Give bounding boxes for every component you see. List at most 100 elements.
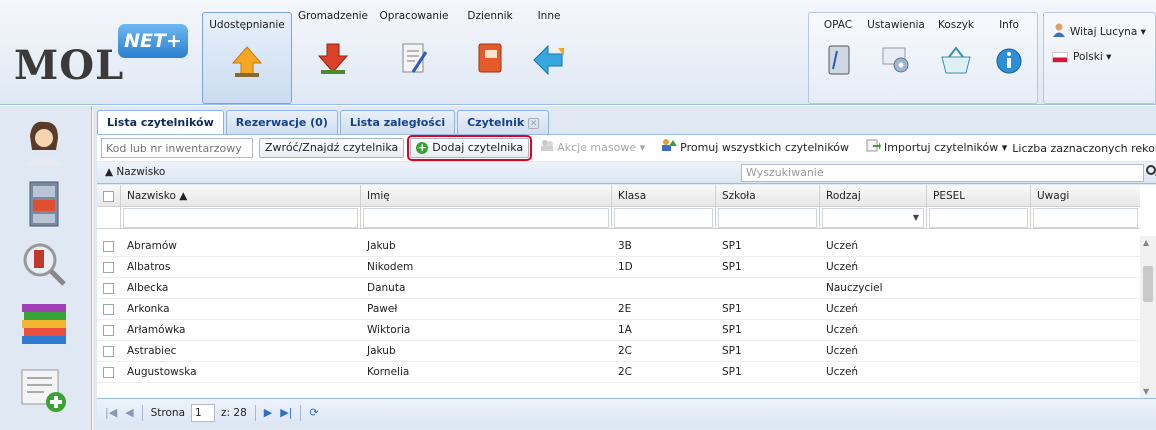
row-checkbox[interactable] <box>103 324 114 336</box>
opac-button[interactable]: OPAC <box>813 13 863 75</box>
language-menu[interactable]: Polski ▾ <box>1052 51 1111 63</box>
filter-rodzaj-select[interactable]: ▼ <box>822 208 924 228</box>
cell-rodzaj: Uczeń <box>826 240 859 252</box>
tab-rezerwacje[interactable]: Rezerwacje (0) <box>225 110 338 134</box>
cell-rodzaj: Uczeń <box>826 303 859 315</box>
next-page-icon[interactable]: ▶ <box>264 406 272 419</box>
cell-imie: Jakub <box>367 345 396 357</box>
filter-uwagi-input[interactable] <box>1033 208 1138 228</box>
cell-nazwisko: Albatros <box>127 261 171 273</box>
pagination-bar: |◀ ◀ Strona 1 z: 28 ▶ ▶| ⟳ <box>97 398 1156 426</box>
filter-nazwisko <box>121 207 361 228</box>
left-sidebar <box>0 106 92 430</box>
scroll-thumb[interactable] <box>1143 266 1153 302</box>
prev-page-icon[interactable]: ◀ <box>125 406 133 419</box>
settings-button[interactable]: Ustawienia <box>865 13 927 73</box>
nav-dziennik[interactable]: Dziennik <box>460 0 520 100</box>
group-by-label[interactable]: ▲ Nazwisko <box>105 166 165 178</box>
grid-toolbar: Zwróć/Znajdź czytelnika + Dodaj czytelni… <box>97 134 1156 161</box>
col-header-rodzaj[interactable]: Rodzaj <box>820 185 927 206</box>
cell-uwagi <box>1031 362 1140 382</box>
search-icon[interactable] <box>1146 165 1156 175</box>
page-number-input[interactable]: 1 <box>191 403 216 422</box>
filter-pesel <box>927 207 1031 228</box>
cell-klasa: 1D <box>618 261 633 273</box>
table-row[interactable]: Abramów Jakub 3B SP1 Uczeń <box>97 236 1140 257</box>
table-row[interactable]: Albatros Nikodem 1D SP1 Uczeń <box>97 257 1140 278</box>
filter-szkola-input[interactable] <box>718 208 817 228</box>
select-all-cell <box>97 185 121 206</box>
bulk-actions-button[interactable]: Akcje masowe ▾ <box>535 138 650 158</box>
books-stack-icon[interactable] <box>18 300 70 352</box>
row-select-cell <box>97 341 121 361</box>
cell-szkola: SP1 <box>722 303 742 315</box>
arrow-down-icon <box>315 42 351 79</box>
table-row[interactable]: Astrabiec Jakub 2C SP1 Uczeń <box>97 341 1140 362</box>
add-record-icon[interactable] <box>18 364 70 416</box>
grid-header: Nazwisko ▲ Imię Klasa Szkoła Rodzaj PESE… <box>97 185 1140 207</box>
info-button[interactable]: Info <box>985 13 1033 74</box>
opac-label: OPAC <box>823 19 853 31</box>
col-header-imie[interactable]: Imię <box>361 185 612 206</box>
journal-icon <box>475 42 505 79</box>
row-checkbox[interactable] <box>103 366 114 378</box>
nav-udostepnianie[interactable]: Udostępnianie <box>202 12 292 104</box>
pager-separator <box>300 404 302 421</box>
settings-icon <box>881 45 911 78</box>
row-checkbox[interactable] <box>103 303 114 315</box>
cell-szkola: SP1 <box>722 261 742 273</box>
add-reader-button[interactable]: + Dodaj czytelnika <box>407 135 533 161</box>
promote-icon <box>661 138 678 158</box>
table-row[interactable]: Arkonka Paweł 2E SP1 Uczeń <box>97 299 1140 320</box>
col-header-uwagi[interactable]: Uwagi <box>1031 185 1140 206</box>
row-checkbox[interactable] <box>103 345 114 357</box>
nav-opracowanie[interactable]: Opracowanie <box>374 0 454 100</box>
filter-pesel-input[interactable] <box>929 208 1028 228</box>
search-book-icon[interactable] <box>18 238 70 290</box>
vertical-scrollbar[interactable]: ▲ ▼ <box>1140 236 1156 398</box>
code-input[interactable] <box>101 138 253 158</box>
filter-rodzaj: ▼ <box>820 207 927 228</box>
filter-imie-input[interactable] <box>363 208 609 228</box>
user-menu[interactable]: Witaj Lucyna ▾ <box>1052 23 1146 40</box>
basket-button[interactable]: Koszyk <box>931 13 981 74</box>
select-all-checkbox[interactable] <box>103 190 114 202</box>
cell-szkola: SP1 <box>722 366 742 378</box>
table-row[interactable]: Arłamówka Wiktoria 1A SP1 Uczeń <box>97 320 1140 341</box>
first-page-icon[interactable]: |◀ <box>105 406 117 419</box>
chevron-down-icon[interactable]: ▼ <box>909 209 923 227</box>
filing-cabinet-icon[interactable] <box>18 178 70 230</box>
refresh-icon[interactable]: ⟳ <box>309 406 318 419</box>
cell-pesel <box>927 362 1031 382</box>
promote-all-button[interactable]: Promuj wszystkich czytelników <box>656 138 854 158</box>
col-header-nazwisko[interactable]: Nazwisko ▲ <box>121 185 361 206</box>
last-page-icon[interactable]: ▶| <box>280 406 292 419</box>
search-input[interactable]: Wyszukiwanie <box>741 164 1144 182</box>
col-header-szkola[interactable]: Szkoła <box>716 185 820 206</box>
import-icon <box>865 138 882 158</box>
scroll-up-icon[interactable]: ▲ <box>1143 238 1149 247</box>
return-find-button[interactable]: Zwróć/Znajdź czytelnika <box>259 138 405 158</box>
nav-gromadzenie[interactable]: Gromadzenie <box>298 0 368 100</box>
tab-lista-czytelnikow[interactable]: Lista czytelników <box>97 110 224 135</box>
row-checkbox[interactable] <box>103 261 114 273</box>
reader-avatar-icon[interactable] <box>18 116 70 168</box>
table-row[interactable]: Augustowska Kornelia 2C SP1 Uczeń <box>97 362 1140 383</box>
filter-klasa-input[interactable] <box>614 208 713 228</box>
basket-label: Koszyk <box>937 19 975 31</box>
table-row[interactable]: Albecka Danuta Nauczyciel <box>97 278 1140 299</box>
nav-inne[interactable]: Inne <box>524 0 574 100</box>
tab-strip: Lista czytelników Rezerwacje (0) Lista z… <box>97 110 551 135</box>
grid-rows: Abramów Jakub 3B SP1 Uczeń Albatros Niko… <box>97 236 1140 383</box>
tab-czytelnik[interactable]: Czytelnik ✕ <box>457 110 550 134</box>
close-icon[interactable]: ✕ <box>528 118 540 129</box>
col-header-klasa[interactable]: Klasa <box>612 185 716 206</box>
filter-nazwisko-input[interactable] <box>123 208 358 228</box>
row-checkbox[interactable] <box>103 240 114 252</box>
cell-rodzaj: Uczeń <box>826 345 859 357</box>
import-readers-button[interactable]: Importuj czytelników ▾ <box>860 138 1012 158</box>
row-checkbox[interactable] <box>103 282 114 294</box>
scroll-down-icon[interactable]: ▼ <box>1143 387 1149 396</box>
tab-lista-zaleglosci[interactable]: Lista zaległości <box>339 110 456 134</box>
col-header-pesel[interactable]: PESEL <box>927 185 1031 206</box>
